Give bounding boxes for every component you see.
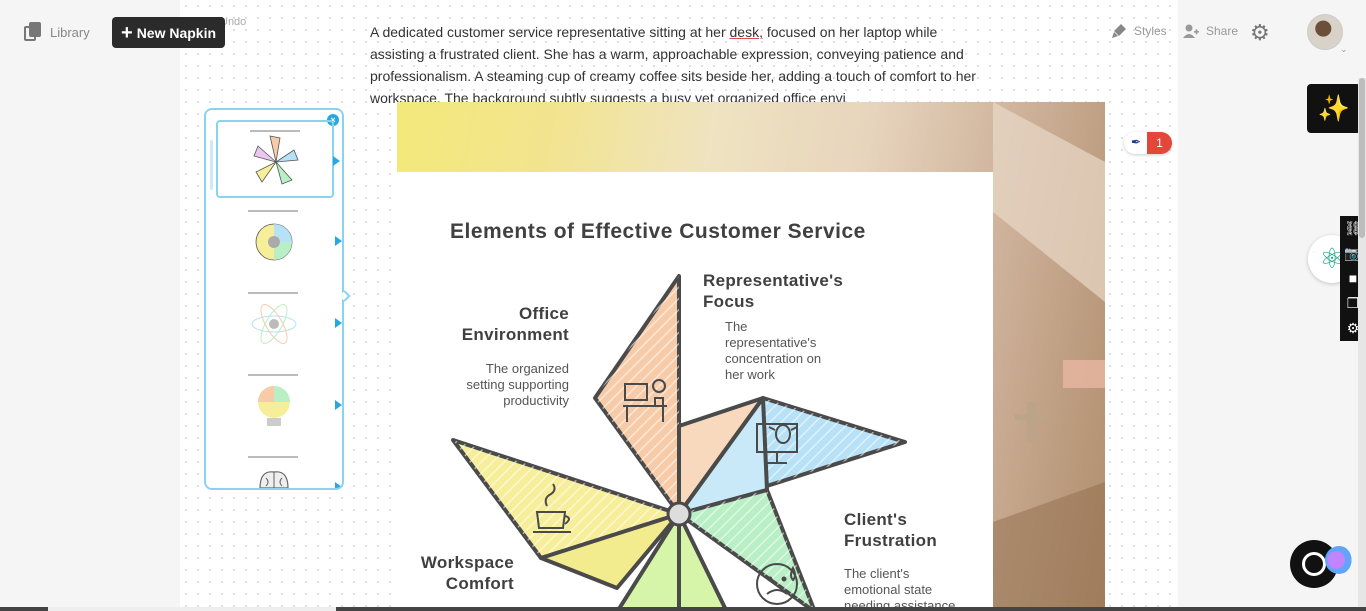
variants-scroll-track[interactable] [210,140,213,190]
user-avatar[interactable] [1307,14,1343,50]
infographic-card[interactable]: Elements of Effective Customer Service O… [397,172,993,611]
variant-arrow-icon [335,318,342,328]
library-label: Library [50,24,90,40]
variant-thumb-bulb[interactable] [216,366,342,444]
library-icon [24,22,42,42]
scrollbar-thumb[interactable] [1359,78,1365,238]
text-part-1: A dedicated customer service representat… [370,24,730,40]
workspace-comfort-heading: Workspace Comfort [420,553,514,593]
representatives-focus-heading: Representative's Focus [703,271,844,311]
share-button[interactable]: Share [1182,22,1238,40]
pinwheel-thumb-icon [253,135,299,185]
library-button[interactable]: Library [24,22,90,42]
page-scrollbar[interactable] [1358,78,1366,611]
variant-thumb-cycle[interactable] [216,202,342,280]
bottom-bar [0,607,1366,611]
plus-icon: + [121,21,133,44]
chevron-down-icon[interactable]: ⌄ [1340,44,1348,55]
cycle-thumb-icon [255,223,293,261]
chat-icon [1302,552,1326,576]
comments-badge[interactable]: ✒ 1 [1124,132,1172,154]
share-label: Share [1206,24,1239,38]
paint-brush-icon [1112,24,1126,38]
clients-frustration-heading: Client's Frustration [844,510,938,550]
office-environment-heading: Office Environment [461,304,569,344]
settings-gear-icon[interactable]: ⚙ [1250,22,1270,44]
left-gutter [0,0,180,611]
feather-icon: ✒ [1131,135,1142,149]
add-user-icon [1183,24,1199,38]
new-napkin-button[interactable]: + New Napkin [112,17,226,48]
bulb-thumb-icon [258,386,290,426]
representatives-focus-desc: The representative's concentration on her w… [725,319,822,382]
atom-thumb-icon [251,304,297,344]
brain-extension-icon[interactable] [1325,546,1353,574]
visual-variants-panel[interactable]: × [204,108,344,490]
variant-thumb-brain[interactable] [216,448,342,488]
styles-label: Styles [1134,24,1167,38]
variant-arrow-icon [333,156,340,166]
sparkle-icon: ✨ [1317,93,1351,123]
styles-button[interactable]: Styles [1110,22,1167,40]
napkin-text[interactable]: A dedicated customer service representat… [370,21,995,109]
variant-thumb-atom[interactable] [216,284,342,362]
spelling-flagged-word[interactable]: desk, [730,24,763,40]
variant-thumb-pinwheel[interactable] [216,120,340,198]
variant-arrow-icon [335,236,342,246]
clients-frustration-desc: The client's emotional state needing assis… [844,566,956,611]
office-environment-desc: The organized setting supporting productiv… [466,361,569,408]
new-napkin-label: New Napkin [136,24,217,41]
comments-count: 1 [1147,132,1172,154]
variant-arrow-icon [335,400,342,410]
ai-sparkle-button[interactable]: ✨ [1307,84,1361,133]
brain-thumb-icon [259,471,289,488]
